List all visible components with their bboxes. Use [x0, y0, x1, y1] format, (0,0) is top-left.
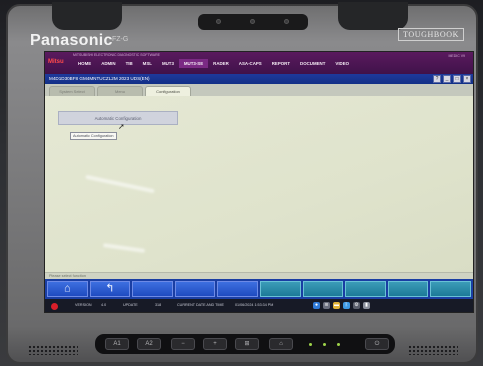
main-menu: HOME ADMIN TIB MSL MUT3 MUT3-SE RADER ASA-CAPS R…	[73, 59, 354, 68]
right-handle	[338, 2, 408, 30]
menu-item-document[interactable]: DOCUMENT	[295, 59, 330, 68]
camera-icon	[250, 19, 255, 24]
menu-item-mut3[interactable]: MUT3	[157, 59, 179, 68]
volume-down-button[interactable]: −	[171, 338, 195, 350]
window-titlebar: M4D1D30BF8 GM4MNTUCZL2M 2023 UDS(EN) ? _ □…	[45, 74, 473, 84]
sensor-icon	[216, 19, 221, 24]
a1-button[interactable]: A1	[105, 338, 129, 350]
app-logo: Mitsu	[48, 59, 64, 65]
usb-icon[interactable]: ▮	[363, 302, 370, 309]
function-button-10[interactable]	[430, 281, 471, 297]
power-button[interactable]: ⏻	[365, 338, 389, 350]
menu-item-msl[interactable]: MSL	[138, 59, 157, 68]
mouse-cursor-icon: ➚	[118, 122, 125, 131]
help-button[interactable]: ?	[433, 75, 441, 83]
function-button-bar: ⌂ ↰	[45, 279, 473, 299]
datetime-label: CURRENT DATE AND TIME	[177, 303, 224, 307]
app-subtitle: MITSUBISHI ELECTRONIC DIAGNOSTIC SOFTWAR…	[73, 53, 160, 57]
hardware-button-bar: A1 A2− + ⊞ ⌂ ⏻	[95, 334, 395, 354]
function-button-5[interactable]	[217, 281, 258, 297]
content-area: Automatic Configuration Automatic Config…	[45, 96, 473, 272]
status-led-icon	[337, 343, 340, 346]
close-button[interactable]: ×	[463, 75, 471, 83]
screen-glare	[102, 243, 146, 253]
version-label: VERSION	[75, 303, 92, 307]
version-value: 4.0	[101, 303, 107, 307]
maximize-button[interactable]: □	[453, 75, 461, 83]
windows-button[interactable]: ⊞	[235, 338, 259, 350]
tab-menu[interactable]: Menu	[97, 86, 143, 96]
menu-item-asa-caps[interactable]: ASA-CAPS	[234, 59, 267, 68]
home-hw-button[interactable]: ⌂	[269, 338, 293, 350]
tablet-device: Panasonic FZ-G TOUGHBOOK Mitsu MITSUBISH…	[6, 2, 478, 364]
tray-icons: ● ≋ ▬ ᛒ ⚙ ▮	[313, 302, 370, 309]
toughbook-badge: TOUGHBOOK	[398, 28, 464, 41]
left-handle	[52, 2, 122, 30]
status-led-icon	[309, 343, 312, 346]
menu-item-home[interactable]: HOME	[73, 59, 96, 68]
screen-glare	[85, 174, 155, 194]
window-controls: ? _ □ ×	[433, 75, 471, 83]
app-menubar: Mitsu MITSUBISHI ELECTRONIC DIAGNOSTIC S…	[45, 52, 473, 74]
update-value: 318	[155, 303, 162, 307]
menu-item-mut3-se[interactable]: MUT3-SE	[178, 59, 209, 68]
tab-configuration[interactable]: Configuration	[145, 86, 191, 96]
speaker-grille	[408, 345, 458, 355]
model-label: FZ-G	[112, 36, 129, 43]
function-button-9[interactable]	[387, 281, 429, 297]
minimize-button[interactable]: _	[443, 75, 451, 83]
status-bar: Please select function	[45, 272, 473, 279]
brand-logo: Panasonic	[30, 32, 113, 49]
datetime-value: 01/06/2024 1:53:34 PM	[235, 303, 274, 307]
camera-strip	[198, 14, 308, 30]
app-version-header: MEDIC V9	[448, 54, 465, 58]
window-title: M4D1D30BF8 GM4MNTUCZL2M 2023 UDS(EN)	[49, 76, 150, 81]
function-button-4[interactable]	[174, 281, 216, 297]
function-button-7[interactable]	[302, 281, 344, 297]
menu-item-tib[interactable]: TIB	[121, 59, 138, 68]
menu-item-report[interactable]: REPORT	[267, 59, 295, 68]
function-button-8[interactable]	[345, 281, 386, 297]
globe-icon[interactable]: ●	[313, 302, 320, 309]
menu-item-rader[interactable]: RADER	[208, 59, 234, 68]
folder-icon[interactable]: ▬	[333, 302, 340, 309]
bluetooth-icon[interactable]: ᛒ	[343, 302, 350, 309]
home-button[interactable]: ⌂	[47, 281, 88, 297]
menu-item-admin[interactable]: ADMIN	[96, 59, 120, 68]
tab-row: System Select Menu Configuration	[45, 84, 473, 96]
volume-up-button[interactable]: +	[203, 338, 227, 350]
status-led-icon	[323, 343, 326, 346]
update-label: UPDATE	[123, 303, 138, 307]
power-indicator-icon	[51, 303, 58, 310]
return-arrow-button[interactable]: ↰	[89, 281, 131, 297]
speaker-grille	[28, 345, 78, 355]
function-button-3[interactable]	[132, 281, 173, 297]
screen: Mitsu MITSUBISHI ELECTRONIC DIAGNOSTIC S…	[44, 51, 474, 313]
system-bar: VERSION 4.0 UPDATE 318 CURRENT DATE AND …	[45, 299, 473, 312]
network-icon[interactable]: ≋	[323, 302, 330, 309]
a2-button[interactable]: A2	[137, 338, 161, 350]
return-arrow-icon: ↰	[105, 282, 115, 295]
settings-icon[interactable]: ⚙	[353, 302, 360, 309]
home-icon: ⌂	[63, 282, 71, 295]
menu-item-video[interactable]: VIDEO	[330, 59, 354, 68]
sensor-icon	[284, 19, 289, 24]
tab-system-select[interactable]: System Select	[49, 86, 95, 96]
tooltip: Automatic Configuration	[70, 132, 117, 140]
function-button-6[interactable]	[259, 281, 301, 297]
